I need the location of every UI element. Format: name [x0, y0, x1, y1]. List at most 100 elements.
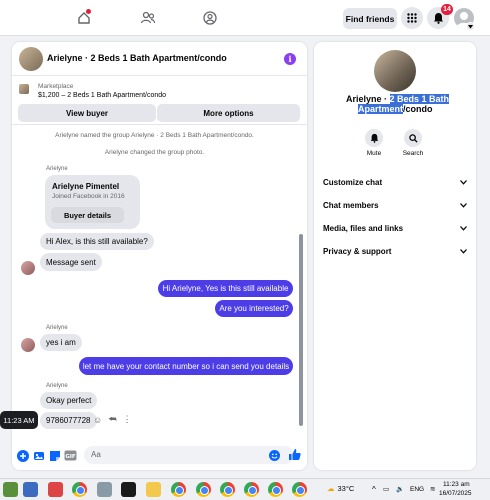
app-icon[interactable] — [48, 482, 63, 497]
app-icon[interactable] — [97, 482, 112, 497]
search-label: Search — [402, 150, 424, 157]
message-bubble-incoming[interactable]: Okay perfect — [40, 392, 98, 409]
groups-icon[interactable] — [200, 8, 220, 28]
react-emoji-icon[interactable]: ☺ — [93, 415, 102, 425]
media-files-links-row[interactable]: Media, files and links — [323, 221, 467, 235]
chrome-icon[interactable] — [171, 482, 186, 497]
sender-name: Arielyne — [46, 166, 68, 172]
message-bubble-incoming[interactable]: yes i am — [40, 334, 82, 351]
top-navigation-bar: Find friends 14 — [0, 0, 490, 36]
sender-avatar[interactable] — [21, 338, 35, 352]
tray-icon[interactable]: ▭ — [383, 485, 389, 493]
buyer-profile-card: Arielyne Pimentel Joined Facebook in 201… — [45, 175, 140, 229]
mute-label: Mute — [366, 150, 382, 157]
message-bubble-outgoing[interactable]: Hi Arielyne, Yes is this still available — [158, 280, 293, 297]
home-icon[interactable] — [74, 8, 94, 28]
chevron-down-icon — [460, 248, 467, 254]
message-bubble-incoming[interactable]: Hi Alex, is this still available? — [40, 233, 154, 250]
sticker-icon[interactable] — [48, 449, 61, 462]
chevron-down-icon — [460, 225, 467, 231]
app-icon[interactable] — [121, 482, 136, 497]
chat-header: Arielyne · 2 Beds 1 Bath Apartment/condo… — [12, 42, 307, 76]
reply-icon[interactable]: ⮪ — [108, 414, 116, 425]
sender-avatar[interactable] — [21, 261, 35, 275]
speaker-icon[interactable]: 🔉 — [396, 485, 404, 493]
message-bubble-outgoing[interactable]: let me have your contact number so i can… — [79, 357, 293, 375]
folder-icon[interactable] — [146, 482, 161, 497]
weather-widget[interactable]: ☁ 33°C — [327, 484, 354, 493]
chrome-icon[interactable] — [244, 482, 259, 497]
system-message: Arielyne changed the group photo. — [104, 149, 205, 156]
chevron-up-icon[interactable]: ^ — [372, 485, 376, 494]
listing-thumbnail[interactable] — [19, 84, 29, 94]
more-dots-icon[interactable]: ⋮ — [123, 414, 132, 425]
buyer-name: Arielyne Pimentel — [52, 182, 120, 191]
chrome-icon[interactable] — [268, 482, 283, 497]
wifi-icon[interactable]: ≋ — [430, 485, 435, 493]
message-input[interactable]: Aa — [84, 446, 294, 464]
message-bubble-incoming[interactable]: 9786077728 — [40, 412, 97, 429]
mute-action[interactable]: Mute — [360, 129, 388, 157]
friends-icon[interactable] — [138, 8, 158, 28]
message-actions: ☺ ⮪ ⋮ — [93, 414, 132, 425]
title-plain: Arielyne · — [346, 94, 390, 104]
section-label: Media, files and links — [323, 223, 404, 233]
grid-icon — [407, 13, 417, 23]
chrome-icon[interactable] — [292, 482, 307, 497]
privacy-support-row[interactable]: Privacy & support — [323, 244, 467, 258]
chrome-icon[interactable] — [220, 482, 235, 497]
chat-scrollbar[interactable] — [299, 130, 303, 430]
chat-panel: Arielyne · 2 Beds 1 Bath Apartment/condo… — [12, 42, 307, 470]
message-composer: GIF Aa — [12, 442, 307, 470]
section-label: Chat members — [323, 200, 379, 210]
chat-title[interactable]: Arielyne · 2 Beds 1 Bath Apartment/condo — [47, 53, 227, 63]
find-friends-button[interactable]: Find friends — [343, 8, 397, 29]
gif-icon[interactable]: GIF — [64, 449, 77, 462]
menu-grid-button[interactable] — [401, 7, 423, 29]
chrome-icon[interactable] — [72, 482, 87, 497]
emoji-icon[interactable] — [268, 449, 281, 462]
section-label: Privacy & support — [323, 246, 392, 256]
chat-members-row[interactable]: Chat members — [323, 198, 467, 212]
buyer-details-button[interactable]: Buyer details — [51, 207, 124, 223]
title-selected: Apartment — [358, 104, 404, 114]
plus-circle-icon[interactable] — [16, 449, 29, 462]
thumbs-up-icon[interactable] — [288, 448, 301, 461]
conversation-title-line-2: Apartment/condo — [358, 104, 433, 114]
message-bubble-incoming[interactable]: Message sent — [40, 253, 102, 271]
app-icon[interactable] — [23, 482, 38, 497]
title-selected: 2 Beds 1 Bath — [389, 94, 450, 104]
search-action[interactable]: Search — [399, 129, 427, 157]
system-message: Arielyne named the group Arielyne · 2 Be… — [55, 132, 254, 139]
chrome-icon[interactable] — [196, 482, 211, 497]
message-placeholder: Aa — [91, 450, 101, 459]
weather-icon: ☁ — [327, 484, 335, 493]
marketplace-label: Marketplace — [38, 83, 74, 90]
sender-name: Arielyne — [46, 383, 68, 389]
clock-time[interactable]: 11:23 am — [443, 481, 470, 488]
notification-badge: 14 — [441, 4, 453, 15]
windows-taskbar: ☁ 33°C ^ ▭ 🔉 ENG ≋ 11:23 am 16/07/2025 — [0, 478, 490, 500]
more-options-button[interactable]: More options — [157, 104, 300, 122]
title-plain: /condo — [403, 104, 433, 114]
temperature: 33°C — [337, 484, 355, 493]
clock-date[interactable]: 16/07/2025 — [439, 490, 472, 497]
language-indicator[interactable]: ENG — [410, 486, 424, 493]
bell-icon — [365, 129, 383, 147]
chevron-down-icon — [460, 202, 467, 208]
home-notification-dot — [86, 9, 91, 14]
photo-icon[interactable] — [32, 449, 45, 462]
info-icon[interactable]: i — [284, 53, 296, 65]
view-buyer-button[interactable]: View buyer — [18, 104, 156, 122]
svg-text:GIF: GIF — [65, 454, 76, 460]
conversation-title-line-1: Arielyne · 2 Beds 1 Bath — [346, 94, 450, 104]
app-icon[interactable] — [3, 482, 18, 497]
group-avatar[interactable] — [19, 47, 43, 71]
buyer-joined: Joined Facebook in 2016 — [52, 193, 125, 200]
customize-chat-row[interactable]: Customize chat — [323, 175, 467, 189]
message-bubble-outgoing[interactable]: Are you interested? — [215, 300, 293, 317]
chevron-down-icon[interactable] — [466, 22, 475, 31]
listing-title[interactable]: $1,200 – 2 Beds 1 Bath Apartment/condo — [38, 92, 166, 99]
scrollbar-thumb[interactable] — [299, 234, 303, 426]
group-photo[interactable] — [374, 50, 416, 92]
